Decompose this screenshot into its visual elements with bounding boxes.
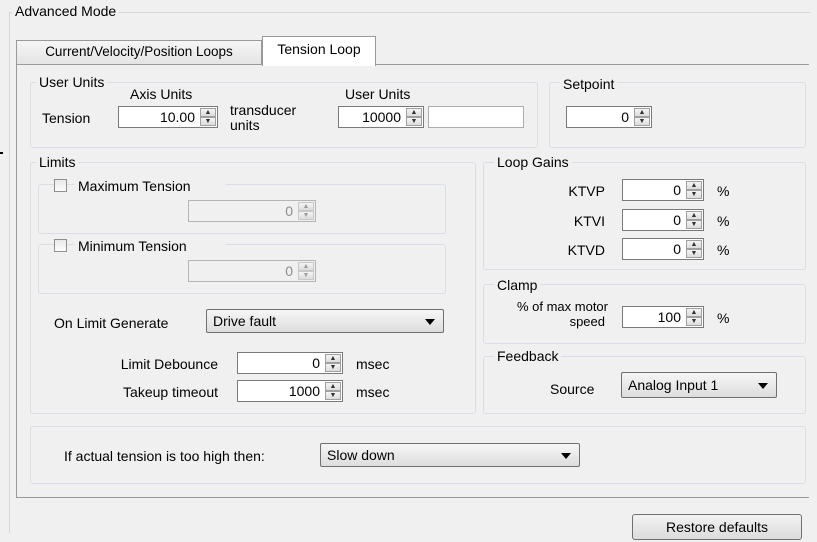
max-tension-spinner: 0 ▲ ▼	[188, 200, 316, 222]
spin-up-icon[interactable]: ▲	[634, 108, 650, 117]
limits-group-label: Limits	[36, 154, 79, 170]
axis-units-header: Axis Units	[130, 86, 193, 102]
takeup-timeout-spinner[interactable]: 1000 ▲ ▼	[237, 380, 343, 402]
spin-down-icon[interactable]: ▼	[686, 220, 702, 229]
ktvp-label: KTVP	[568, 183, 605, 199]
edge-mark	[0, 152, 3, 154]
chevron-down-icon	[758, 383, 768, 389]
transducer-units-label-2: units	[230, 117, 260, 133]
tension-high-dropdown[interactable]: Slow down	[320, 443, 580, 467]
clamp-label-1: % of max motor	[516, 299, 608, 314]
spin-up-icon[interactable]: ▲	[200, 108, 216, 117]
ktvp-spinner[interactable]: 0 ▲ ▼	[622, 179, 704, 201]
feedback-group-label: Feedback	[494, 348, 562, 364]
takeup-timeout-label: Takeup timeout	[123, 384, 218, 400]
spin-down-icon[interactable]: ▼	[325, 363, 341, 372]
ktvp-unit: %	[717, 183, 730, 199]
min-tension-checkbox[interactable]	[54, 239, 67, 252]
limit-debounce-unit: msec	[356, 356, 390, 372]
spin-up-icon[interactable]: ▲	[406, 108, 422, 117]
loop-gains-group-label: Loop Gains	[494, 154, 572, 170]
spin-up-icon: ▲	[298, 202, 314, 211]
clamp-group-label: Clamp	[494, 277, 541, 293]
ktvi-value: 0	[673, 212, 681, 228]
spin-up-icon[interactable]: ▲	[325, 382, 341, 391]
ktvi-unit: %	[717, 213, 730, 229]
ktvd-unit: %	[717, 242, 730, 258]
user-units-spinner[interactable]: 10000 ▲ ▼	[338, 106, 424, 128]
tension-label: Tension	[42, 110, 91, 126]
tension-axis-units-spinner[interactable]: 10.00 ▲ ▼	[118, 106, 218, 128]
spin-down-icon[interactable]: ▼	[406, 117, 422, 126]
ktvi-label: KTVI	[573, 213, 605, 229]
advanced-mode-title: Advanced Mode	[12, 3, 120, 19]
setpoint-spinner[interactable]: 0 ▲ ▼	[566, 106, 652, 128]
spin-down-icon: ▼	[298, 271, 314, 280]
spin-up-icon[interactable]: ▲	[686, 181, 702, 190]
takeup-timeout-value: 1000	[288, 383, 320, 399]
on-limit-generate-label: On Limit Generate	[54, 315, 169, 331]
user-units-value: 10000	[362, 109, 401, 125]
tab-current-velocity-position-loops[interactable]: Current/Velocity/Position Loops	[16, 40, 262, 64]
restore-defaults-button[interactable]: Restore defaults	[632, 514, 802, 540]
spin-down-icon[interactable]: ▼	[325, 391, 341, 400]
ktvi-spinner[interactable]: 0 ▲ ▼	[622, 209, 704, 231]
tension-high-value: Slow down	[327, 447, 395, 463]
spin-up-icon[interactable]: ▲	[686, 211, 702, 220]
feedback-source-dropdown[interactable]: Analog Input 1	[621, 372, 777, 398]
tab-tension-loop[interactable]: Tension Loop	[262, 36, 376, 66]
chevron-down-icon	[425, 319, 435, 325]
clamp-value: 100	[657, 309, 681, 325]
max-tension-checkbox[interactable]	[54, 179, 67, 192]
ktvd-spinner[interactable]: 0 ▲ ▼	[622, 238, 704, 260]
takeup-timeout-unit: msec	[356, 384, 390, 400]
user-units-group-label: User Units	[36, 74, 108, 90]
setpoint-value: 0	[621, 109, 629, 125]
spin-down-icon[interactable]: ▼	[686, 249, 702, 258]
min-tension-value: 0	[285, 263, 293, 279]
min-tension-label[interactable]: Minimum Tension	[74, 238, 226, 254]
on-limit-generate-dropdown[interactable]: Drive fault	[206, 309, 444, 333]
feedback-source-label: Source	[550, 381, 595, 397]
feedback-source-value: Analog Input 1	[628, 377, 719, 393]
chevron-down-icon	[561, 453, 571, 459]
clamp-spinner[interactable]: 100 ▲ ▼	[622, 306, 704, 328]
spin-up-icon[interactable]: ▲	[325, 354, 341, 363]
ktvd-label: KTVD	[567, 242, 605, 258]
max-tension-value: 0	[285, 203, 293, 219]
clamp-unit: %	[717, 310, 730, 326]
clamp-label-2: speed	[569, 314, 605, 329]
limit-debounce-spinner[interactable]: 0 ▲ ▼	[237, 352, 343, 374]
spin-down-icon[interactable]: ▼	[686, 317, 702, 326]
min-tension-spinner: 0 ▲ ▼	[188, 260, 316, 282]
max-tension-label[interactable]: Maximum Tension	[74, 178, 226, 194]
ktvp-value: 0	[673, 182, 681, 198]
spin-up-icon: ▲	[298, 262, 314, 271]
tension-axis-units-value: 10.00	[159, 109, 195, 125]
on-limit-generate-value: Drive fault	[213, 313, 277, 329]
spin-down-icon[interactable]: ▼	[634, 117, 650, 126]
spin-down-icon: ▼	[298, 211, 314, 220]
spin-up-icon[interactable]: ▲	[686, 308, 702, 317]
spin-up-icon[interactable]: ▲	[686, 240, 702, 249]
user-units-header: User Units	[345, 86, 411, 102]
limit-debounce-label: Limit Debounce	[120, 356, 218, 372]
setpoint-group-label: Setpoint	[560, 76, 618, 92]
spin-down-icon[interactable]: ▼	[200, 117, 216, 126]
limit-debounce-value: 0	[312, 355, 320, 371]
transducer-units-label-1: transducer	[230, 102, 297, 118]
spin-down-icon[interactable]: ▼	[686, 190, 702, 199]
tension-high-label: If actual tension is too high then:	[64, 448, 265, 464]
ktvd-value: 0	[673, 241, 681, 257]
user-units-text-field[interactable]	[428, 106, 524, 128]
